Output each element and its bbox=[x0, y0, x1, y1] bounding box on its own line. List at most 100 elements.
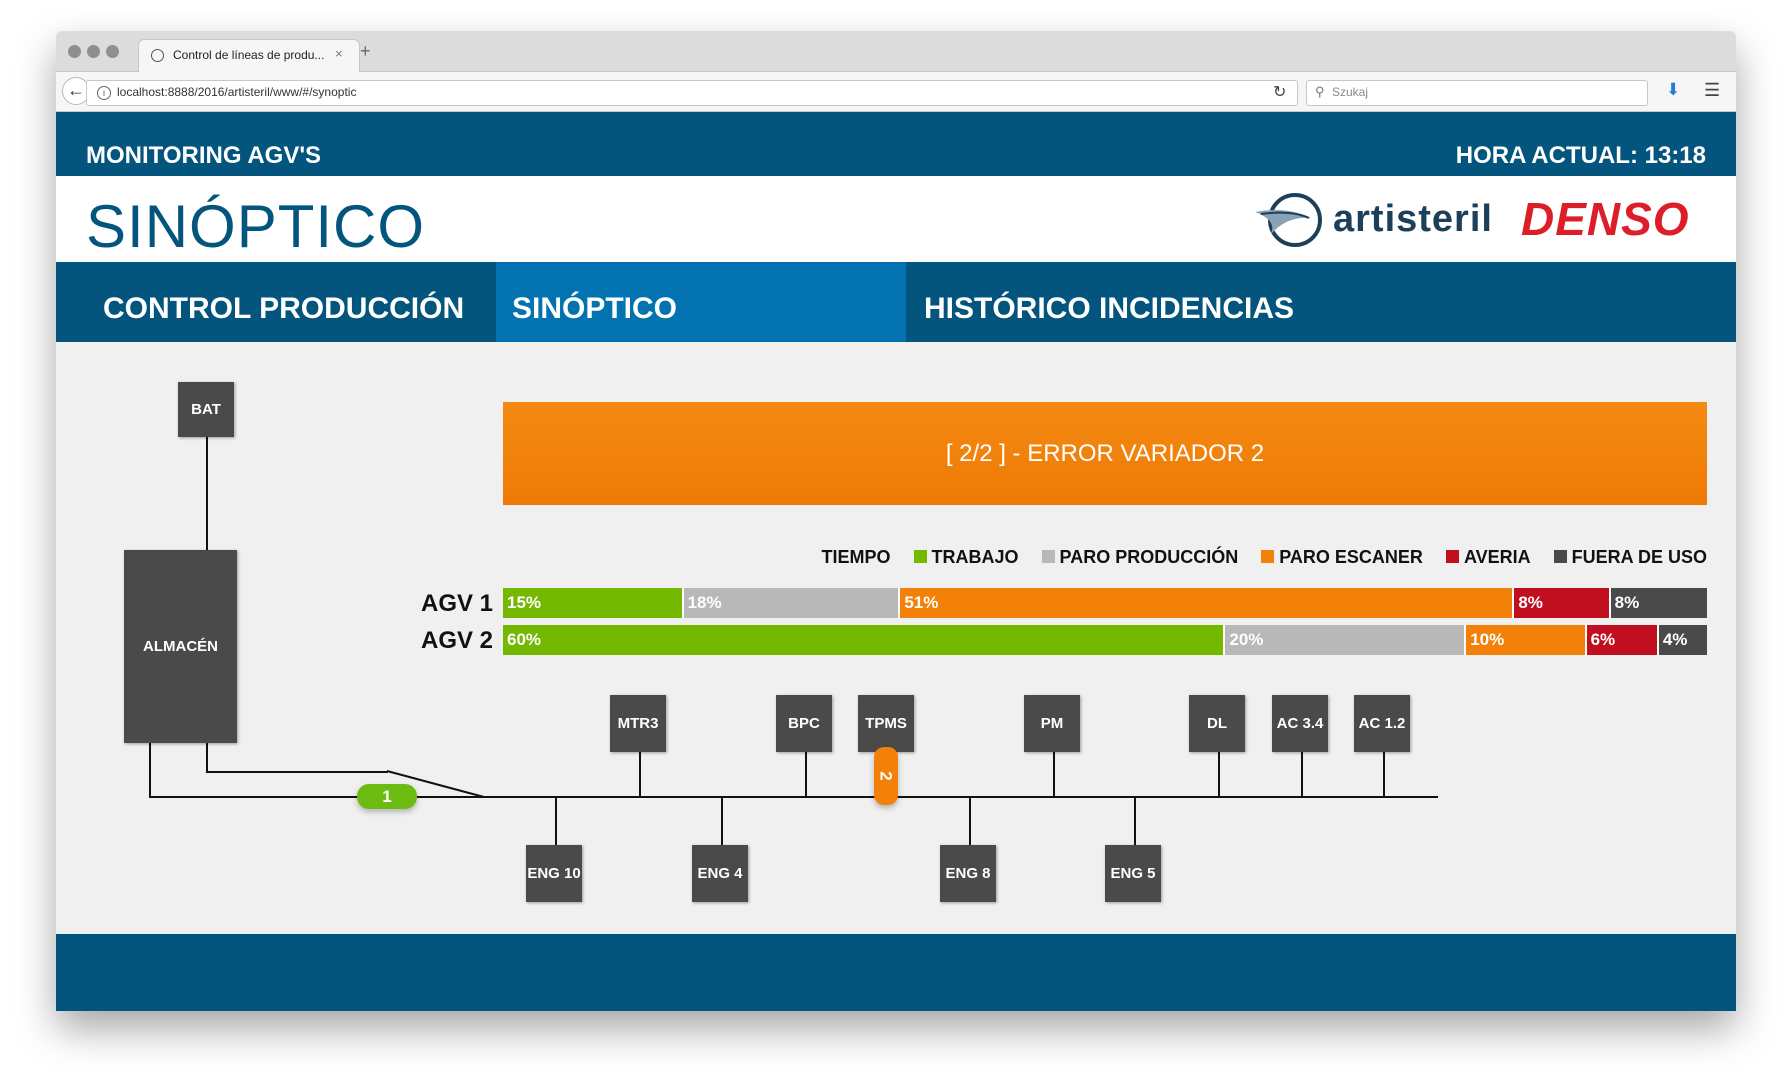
station-eng-8[interactable]: ENG 8 bbox=[940, 845, 996, 902]
station-eng-5[interactable]: ENG 5 bbox=[1105, 845, 1161, 902]
search-placeholder: Szukaj bbox=[1332, 85, 1369, 99]
agv-1-segment: 51% bbox=[900, 588, 1515, 618]
agv-2-time-bar: 60% 20% 10% 6% 4% bbox=[503, 625, 1707, 655]
time-legend: TIEMPO TRABAJO PARO PRODUCCIÓN PARO ESCA… bbox=[503, 547, 1707, 571]
agv-2-marker-label: 2 bbox=[877, 771, 896, 781]
page-title: SINÓPTICO bbox=[86, 193, 426, 260]
window-close-dot[interactable] bbox=[68, 45, 81, 58]
agv-1-segment: 8% bbox=[1514, 588, 1611, 618]
tab-label: SINÓPTICO bbox=[512, 292, 678, 325]
browser-nav-bar: ← i localhost:8888/2016/artisteril/www/#… bbox=[56, 72, 1736, 112]
current-time: HORA ACTUAL: 13:18 bbox=[1455, 142, 1706, 169]
agv-1-time-bar: 15% 18% 51% 8% 8% bbox=[503, 588, 1707, 618]
tab-control-produccion[interactable]: CONTROL PRODUCCIÓN bbox=[56, 262, 496, 342]
connector-line bbox=[969, 796, 971, 846]
connector-line bbox=[1383, 752, 1385, 797]
station-mtr3[interactable]: MTR3 bbox=[610, 695, 666, 752]
legend-label: PARO ESCANER bbox=[1279, 547, 1423, 567]
agv-2-segment: 10% bbox=[1466, 625, 1587, 655]
agv-2-segment: 6% bbox=[1586, 625, 1659, 655]
legend-swatch bbox=[1445, 550, 1459, 563]
browser-window: Control de líneas de produ... × + ← i lo… bbox=[56, 31, 1736, 1011]
legend-swatch bbox=[913, 550, 927, 563]
synoptic-content: BAT ALMACÉN MTR3 BPC TPMS PM DL AC 3.4 A… bbox=[56, 342, 1736, 934]
app-title: MONITORING AGV'S bbox=[86, 142, 322, 169]
window-minimize-dot[interactable] bbox=[87, 45, 100, 58]
browser-tab[interactable]: Control de líneas de produ... × bbox=[138, 39, 360, 73]
legend-item-fuera-de-uso: FUERA DE USO bbox=[1553, 547, 1707, 568]
hamburger-menu-icon[interactable]: ☰ bbox=[1704, 80, 1720, 101]
agv-1-label: AGV 1 bbox=[421, 590, 494, 617]
url-text: localhost:8888/2016/artisteril/www/#/syn… bbox=[117, 85, 357, 99]
connector-line bbox=[206, 742, 208, 772]
denso-logo: DENSO bbox=[1521, 193, 1690, 245]
agv-2-marker[interactable]: 2 bbox=[874, 747, 898, 805]
legend-item-trabajo: TRABAJO bbox=[913, 547, 1019, 568]
legend-item-averia: AVERIA bbox=[1445, 547, 1531, 568]
tab-label: HISTÓRICO INCIDENCIAS bbox=[924, 292, 1295, 325]
browser-tab-bar: Control de líneas de produ... × + bbox=[56, 31, 1736, 73]
legend-item-paro-produccion: PARO PRODUCCIÓN bbox=[1041, 547, 1239, 568]
legend-label: AVERIA bbox=[1463, 547, 1531, 567]
page-header: SINÓPTICO artisteril DENSO bbox=[56, 176, 1736, 262]
artisteril-logo-text: artisteril bbox=[1333, 198, 1493, 240]
tab-historico-incidencias[interactable]: HISTÓRICO INCIDENCIAS bbox=[906, 262, 1736, 342]
search-input[interactable]: ⚲ Szukaj bbox=[1306, 80, 1648, 106]
legend-title: TIEMPO bbox=[821, 547, 891, 567]
connector-line bbox=[206, 771, 388, 773]
connector-line bbox=[1053, 752, 1055, 797]
station-pm[interactable]: PM bbox=[1024, 695, 1080, 752]
tab-title: Control de líneas de produ... bbox=[173, 48, 325, 62]
legend-swatch bbox=[1261, 550, 1275, 563]
tab-sinoptico[interactable]: SINÓPTICO bbox=[496, 262, 906, 342]
connector-line bbox=[721, 796, 723, 846]
tab-label: CONTROL PRODUCCIÓN bbox=[103, 292, 465, 325]
new-tab-button[interactable]: + bbox=[360, 41, 371, 62]
station-ac-1-2[interactable]: AC 1.2 bbox=[1354, 695, 1410, 752]
download-icon[interactable]: ⬇ bbox=[1666, 80, 1680, 100]
agv-2-segment: 60% bbox=[503, 625, 1226, 655]
legend-item-paro-escaner: PARO ESCANER bbox=[1261, 547, 1423, 568]
connector-line bbox=[639, 752, 641, 797]
agv-1-segment: 18% bbox=[683, 588, 901, 618]
legend-label: TRABAJO bbox=[931, 547, 1019, 567]
connector-line bbox=[149, 742, 151, 797]
address-bar[interactable]: i localhost:8888/2016/artisteril/www/#/s… bbox=[86, 80, 1298, 106]
search-icon: ⚲ bbox=[1315, 84, 1325, 99]
alert-banner: [ 2/2 ] - ERROR VARIADOR 2 bbox=[503, 402, 1707, 505]
app: MONITORING AGV'S HORA ACTUAL: 13:18 SINÓ… bbox=[56, 112, 1736, 1011]
app-top-bar: MONITORING AGV'S HORA ACTUAL: 13:18 bbox=[56, 112, 1736, 176]
window-zoom-dot[interactable] bbox=[106, 45, 119, 58]
station-bat[interactable]: BAT bbox=[178, 382, 234, 437]
station-bpc[interactable]: BPC bbox=[776, 695, 832, 752]
agv-2-label: AGV 2 bbox=[421, 627, 494, 654]
station-eng-4[interactable]: ENG 4 bbox=[692, 845, 748, 902]
connector-line bbox=[1134, 796, 1136, 846]
agv-1-marker[interactable]: 1 bbox=[357, 784, 417, 809]
close-icon[interactable]: × bbox=[335, 46, 343, 61]
agv-1-segment: 15% bbox=[503, 588, 684, 618]
legend-label: FUERA DE USO bbox=[1571, 547, 1707, 567]
station-eng-10[interactable]: ENG 10 bbox=[526, 845, 582, 902]
legend-swatch bbox=[1553, 550, 1567, 563]
artisteril-logo: artisteril bbox=[1251, 188, 1493, 252]
legend-swatch bbox=[1041, 550, 1055, 563]
artisteril-swoosh-icon bbox=[1255, 193, 1322, 247]
connector-line bbox=[555, 796, 557, 846]
station-ac-3-4[interactable]: AC 3.4 bbox=[1272, 695, 1328, 752]
legend-label: PARO PRODUCCIÓN bbox=[1059, 547, 1239, 567]
reload-icon[interactable]: ↻ bbox=[1273, 82, 1286, 102]
connector-line bbox=[1301, 752, 1303, 797]
agv-2-segment: 4% bbox=[1658, 625, 1707, 655]
agv-2-segment: 20% bbox=[1225, 625, 1467, 655]
info-icon[interactable]: i bbox=[97, 86, 111, 100]
main-nav-tabs: CONTROL PRODUCCIÓN SINÓPTICO HISTÓRICO I… bbox=[56, 262, 1736, 342]
station-tpms[interactable]: TPMS bbox=[858, 695, 914, 752]
station-almacen[interactable]: ALMACÉN bbox=[124, 550, 237, 743]
agv-1-segment: 8% bbox=[1610, 588, 1707, 618]
connector-line bbox=[805, 752, 807, 797]
globe-icon bbox=[151, 49, 164, 62]
app-footer bbox=[56, 934, 1736, 1011]
connector-line bbox=[1218, 752, 1220, 797]
station-dl[interactable]: DL bbox=[1189, 695, 1245, 752]
